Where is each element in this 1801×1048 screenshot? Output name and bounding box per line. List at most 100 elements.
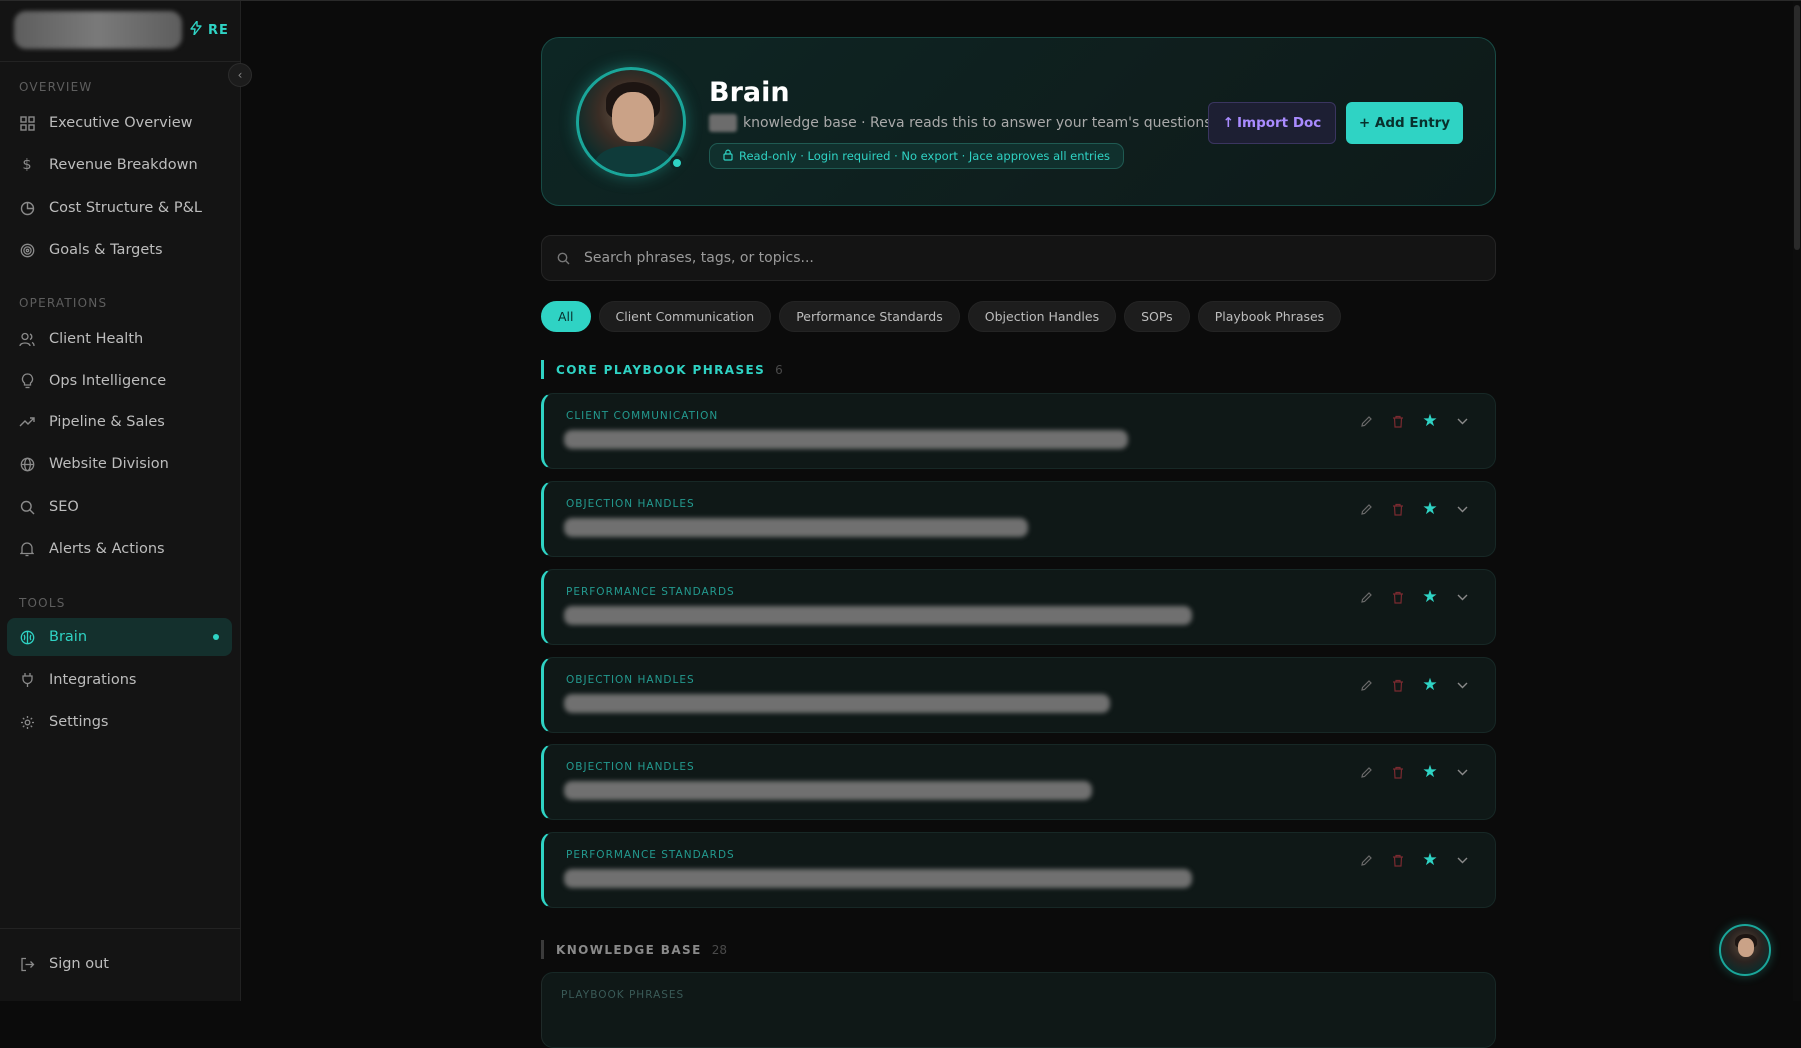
chevron-down-icon[interactable] <box>1453 500 1471 518</box>
redacted-entry-text <box>564 518 1028 537</box>
sign-out-label: Sign out <box>49 956 109 972</box>
delete-icon[interactable] <box>1389 763 1407 781</box>
sidebar-item-cost-structure[interactable]: Cost Structure & P&L <box>7 189 232 227</box>
entry-category: PERFORMANCE STANDARDS <box>566 586 735 598</box>
sidebar-item-revenue-breakdown[interactable]: $ Revenue Breakdown <box>7 146 232 184</box>
entry-actions: ★ <box>1357 850 1471 870</box>
sidebar-item-label: Brain <box>49 629 88 645</box>
delete-icon[interactable] <box>1389 676 1407 694</box>
sidebar-item-goals-targets[interactable]: Goals & Targets <box>7 231 232 269</box>
entry-card[interactable]: OBJECTION HANDLES ★ <box>541 481 1496 557</box>
delete-icon[interactable] <box>1389 588 1407 606</box>
sidebar-item-label: Website Division <box>49 456 169 472</box>
star-icon[interactable]: ★ <box>1421 762 1439 782</box>
delete-icon[interactable] <box>1389 412 1407 430</box>
chevron-down-icon[interactable] <box>1453 412 1471 430</box>
online-status-dot <box>670 156 684 170</box>
filter-objection-handles[interactable]: Objection Handles <box>967 301 1117 332</box>
filter-client-communication[interactable]: Client Communication <box>598 301 772 332</box>
redacted-entry-text <box>564 781 1092 800</box>
chevron-down-icon[interactable] <box>1453 676 1471 694</box>
sidebar: RE ‹ OVERVIEW Executive Overview $ Reven… <box>0 1 252 1001</box>
entry-category: OBJECTION HANDLES <box>566 674 695 686</box>
star-icon[interactable]: ★ <box>1421 850 1439 870</box>
lightbulb-icon <box>19 373 35 389</box>
sidebar-item-label: Ops Intelligence <box>49 373 167 389</box>
knowledge-base-section-header: KNOWLEDGE BASE 28 <box>541 940 727 959</box>
users-icon <box>19 331 35 347</box>
entry-card[interactable]: PLAYBOOK PHRASES <box>541 972 1496 1048</box>
sidebar-item-website-division[interactable]: Website Division <box>7 445 232 483</box>
entry-actions: ★ <box>1357 499 1471 519</box>
import-doc-button[interactable]: ↑ Import Doc <box>1208 102 1336 144</box>
star-icon[interactable]: ★ <box>1421 587 1439 607</box>
sidebar-item-pipeline-sales[interactable]: Pipeline & Sales <box>7 403 232 441</box>
entry-card[interactable]: CLIENT COMMUNICATION ★ <box>541 393 1496 469</box>
delete-icon[interactable] <box>1389 851 1407 869</box>
sidebar-item-integrations[interactable]: Integrations <box>7 661 232 699</box>
section-title-operations: OPERATIONS <box>19 296 108 310</box>
sidebar-item-label: Client Health <box>49 331 144 347</box>
filter-all[interactable]: All <box>541 301 591 332</box>
sidebar-item-label: Cost Structure & P&L <box>49 200 202 216</box>
collapse-sidebar-button[interactable]: ‹ <box>228 63 252 87</box>
scrollbar-thumb[interactable] <box>1794 5 1800 250</box>
entry-category: PLAYBOOK PHRASES <box>561 989 685 1001</box>
edit-icon[interactable] <box>1357 851 1375 869</box>
star-icon[interactable]: ★ <box>1421 499 1439 519</box>
search-icon <box>557 252 570 265</box>
sidebar-item-label: Executive Overview <box>49 115 193 131</box>
lock-icon <box>723 149 733 164</box>
edit-icon[interactable] <box>1357 763 1375 781</box>
edit-icon[interactable] <box>1357 500 1375 518</box>
category-filters: All Client Communication Performance Sta… <box>541 301 1342 332</box>
sign-out-button[interactable]: Sign out <box>7 945 232 983</box>
filter-sops[interactable]: SOPs <box>1124 301 1190 332</box>
section-count: 28 <box>711 942 727 957</box>
pie-chart-icon <box>19 200 35 216</box>
edit-icon[interactable] <box>1357 588 1375 606</box>
redacted-entry-text <box>564 430 1128 449</box>
sidebar-item-ops-intelligence[interactable]: Ops Intelligence <box>7 362 232 400</box>
page-title: Brain <box>709 77 790 108</box>
chevron-down-icon[interactable] <box>1453 851 1471 869</box>
sidebar-item-settings[interactable]: Settings <box>7 703 232 741</box>
search-input[interactable] <box>584 250 1444 266</box>
sidebar-item-brain[interactable]: Brain <box>7 618 232 656</box>
sidebar-item-executive-overview[interactable]: Executive Overview <box>7 104 232 142</box>
core-playbook-section-header: CORE PLAYBOOK PHRASES 6 <box>541 360 783 379</box>
logo-badge: RE <box>190 20 229 39</box>
chevron-down-icon[interactable] <box>1453 763 1471 781</box>
grid-icon <box>19 115 35 131</box>
edit-icon[interactable] <box>1357 412 1375 430</box>
redacted-entry-text <box>564 869 1192 888</box>
target-icon <box>19 242 35 258</box>
entry-actions: ★ <box>1357 587 1471 607</box>
filter-performance-standards[interactable]: Performance Standards <box>779 301 960 332</box>
entry-card[interactable]: PERFORMANCE STANDARDS ★ <box>541 832 1496 908</box>
reva-chat-button[interactable] <box>1719 924 1771 976</box>
sidebar-item-seo[interactable]: SEO <box>7 488 232 526</box>
star-icon[interactable]: ★ <box>1421 411 1439 431</box>
sidebar-item-client-health[interactable]: Client Health <box>7 320 232 358</box>
star-icon[interactable]: ★ <box>1421 675 1439 695</box>
chevron-down-icon[interactable] <box>1453 588 1471 606</box>
edit-icon[interactable] <box>1357 676 1375 694</box>
sidebar-item-alerts-actions[interactable]: Alerts & Actions <box>7 530 232 568</box>
entry-category: CLIENT COMMUNICATION <box>566 410 719 422</box>
entry-card[interactable]: PERFORMANCE STANDARDS ★ <box>541 569 1496 645</box>
section-title-overview: OVERVIEW <box>19 80 93 94</box>
delete-icon[interactable] <box>1389 500 1407 518</box>
chevron-left-icon: ‹ <box>237 68 243 82</box>
access-policy-badge: Read-only · Login required · No export ·… <box>709 143 1125 169</box>
dollar-icon: $ <box>22 157 32 173</box>
section-title-tools: TOOLS <box>19 596 66 610</box>
redacted-text <box>709 114 737 132</box>
entry-card[interactable]: OBJECTION HANDLES ★ <box>541 744 1496 820</box>
sidebar-item-label: Settings <box>49 714 109 730</box>
sidebar-item-label: Goals & Targets <box>49 242 163 258</box>
filter-playbook-phrases[interactable]: Playbook Phrases <box>1197 301 1342 332</box>
add-entry-button[interactable]: + Add Entry <box>1346 102 1463 144</box>
entry-category: OBJECTION HANDLES <box>566 498 695 510</box>
entry-card[interactable]: OBJECTION HANDLES ★ <box>541 657 1496 733</box>
